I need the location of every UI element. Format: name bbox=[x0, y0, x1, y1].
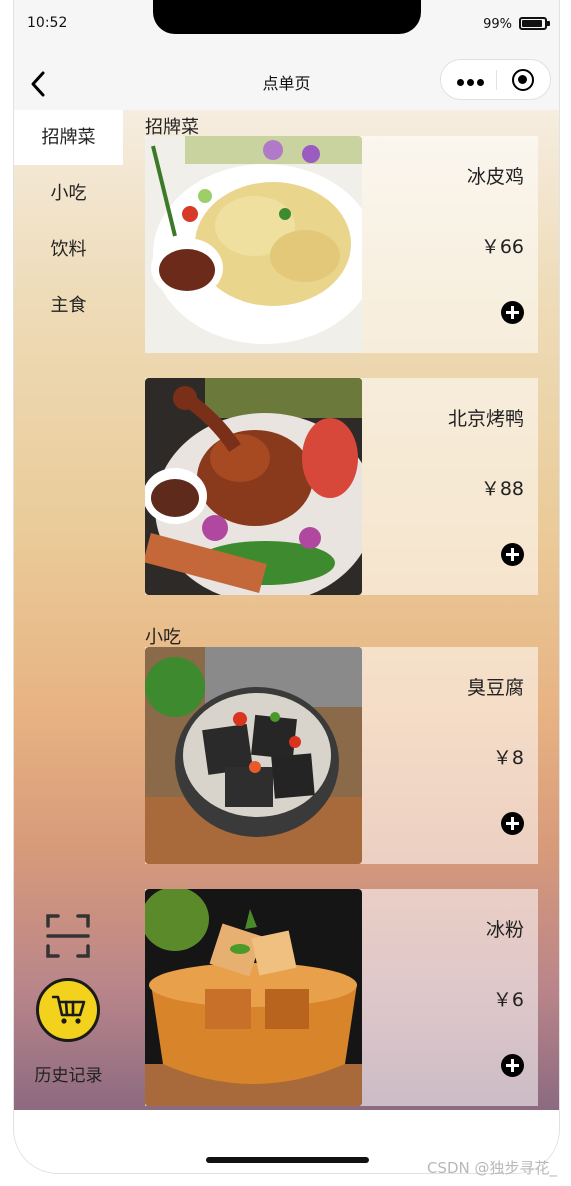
battery-percent: 99% bbox=[483, 17, 512, 32]
mini-program-capsule bbox=[440, 59, 551, 100]
category-item-xiaochi[interactable]: 小吃 bbox=[14, 166, 123, 221]
category-item-zhushi[interactable]: 主食 bbox=[14, 278, 123, 333]
section-title: 小吃 bbox=[145, 627, 181, 648]
dish-name: 冰粉 bbox=[485, 919, 524, 941]
roast-duck-photo bbox=[145, 378, 362, 595]
dish-name: 北京烤鸭 bbox=[447, 408, 524, 430]
add-plus-icon[interactable] bbox=[501, 1054, 524, 1077]
status-time: 10:52 bbox=[27, 15, 68, 31]
dish-name: 冰皮鸡 bbox=[466, 166, 524, 188]
dish-card[interactable]: 臭豆腐 ￥8 bbox=[145, 647, 538, 864]
add-plus-icon[interactable] bbox=[501, 301, 524, 324]
dish-price: ￥6 bbox=[492, 989, 524, 1011]
watermark: CSDN @独步寻花_ bbox=[426, 1159, 557, 1177]
add-plus-icon[interactable] bbox=[501, 812, 524, 835]
scan-icon[interactable] bbox=[45, 913, 91, 959]
menu-content: 招牌菜 小吃 饮料 主食 历史记录 招牌菜 冰皮鸡 ￥66 北京烤鸭 ￥88 小… bbox=[14, 110, 559, 1110]
dish-price: ￥8 bbox=[492, 747, 524, 769]
category-item-yinliao[interactable]: 饮料 bbox=[14, 222, 123, 277]
home-indicator bbox=[206, 1157, 369, 1163]
cart-button[interactable] bbox=[36, 978, 100, 1042]
more-dots-icon[interactable] bbox=[455, 71, 485, 89]
phone-frame: 10:52 99% 点单页 招牌菜 小吃 饮料 主食 历史记录 招牌菜 冰皮鸡 … bbox=[14, 0, 559, 1173]
category-item-zhaopaicai[interactable]: 招牌菜 bbox=[14, 110, 123, 165]
stinky-tofu-photo bbox=[145, 647, 362, 864]
dish-card[interactable]: 北京烤鸭 ￥88 bbox=[145, 378, 538, 595]
dish-price: ￥66 bbox=[480, 236, 524, 258]
dish-card[interactable]: 冰皮鸡 ￥66 bbox=[145, 136, 538, 353]
dish-card[interactable]: 冰粉 ￥6 bbox=[145, 889, 538, 1106]
cart-icon bbox=[52, 995, 86, 1024]
capsule-divider bbox=[496, 70, 497, 90]
add-plus-icon[interactable] bbox=[501, 543, 524, 566]
notch bbox=[153, 0, 421, 34]
history-label[interactable]: 历史记录 bbox=[14, 1061, 123, 1086]
battery-icon bbox=[519, 17, 550, 30]
ice-jelly-photo bbox=[145, 889, 362, 1106]
chicken-dish-photo bbox=[145, 136, 362, 353]
category-sidebar: 招牌菜 小吃 饮料 主食 历史记录 bbox=[14, 110, 123, 1110]
target-close-icon[interactable] bbox=[512, 69, 534, 91]
dish-price: ￥88 bbox=[480, 478, 524, 500]
dish-name: 臭豆腐 bbox=[466, 677, 524, 699]
nav-bar: 点单页 bbox=[14, 48, 559, 110]
